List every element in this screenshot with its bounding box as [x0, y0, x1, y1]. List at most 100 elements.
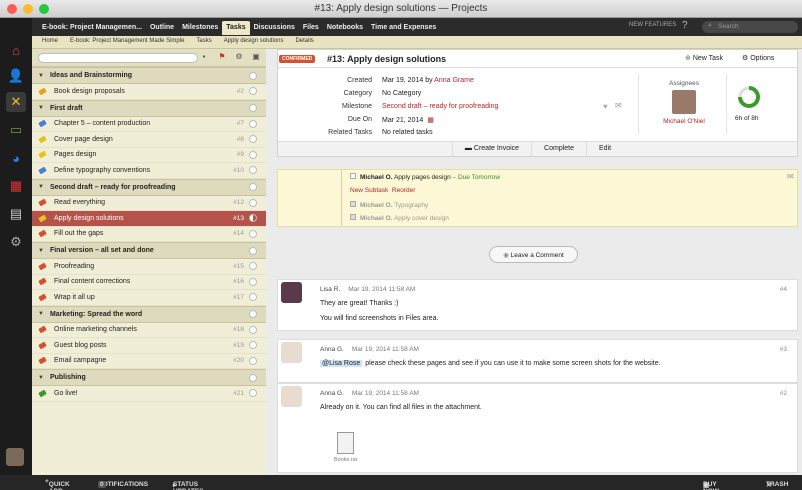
group-complete-circle[interactable] — [249, 104, 257, 112]
task-row[interactable]: Cover page design #8 — [32, 132, 266, 148]
task-action-button[interactable]: Edit — [586, 142, 623, 156]
completed-subtask-row[interactable]: Michael O. Apply cover design — [350, 214, 449, 222]
nav-tab[interactable]: Tasks — [222, 21, 250, 35]
task-complete-circle[interactable] — [249, 198, 257, 207]
screen-icon[interactable]: ▭ — [6, 120, 26, 140]
task-complete-circle[interactable] — [249, 229, 257, 238]
task-complete-circle[interactable] — [249, 389, 257, 398]
task-complete-circle[interactable] — [249, 277, 257, 286]
subtask-row[interactable]: Michael O. Apply pages design – Due Tomo… — [350, 173, 500, 181]
heart-icon[interactable]: ♥ — [603, 102, 608, 111]
mail-icon[interactable]: ✉ — [787, 172, 794, 181]
task-row[interactable]: Apply design solutions #13 — [32, 211, 266, 227]
mail-icon[interactable]: ✉ — [615, 101, 622, 110]
task-row[interactable]: Proofreading #15 — [32, 259, 266, 275]
new-features-link[interactable]: NEW FEATURES — [629, 22, 676, 28]
task-group-header[interactable]: ▼ Final version – all set and done — [32, 242, 266, 259]
task-row[interactable]: Book design proposals #2 — [32, 84, 266, 100]
task-complete-circle[interactable] — [249, 356, 257, 365]
task-row[interactable]: Read everything #12 — [32, 196, 266, 211]
task-complete-circle[interactable] — [249, 119, 257, 128]
task-group-header[interactable]: ▼ First draft — [32, 99, 266, 117]
task-row[interactable]: Online marketing channels #18 — [32, 323, 266, 338]
nav-tab[interactable]: E-book: Project Managemen... — [38, 21, 146, 35]
options-icon[interactable]: ▪ — [197, 52, 211, 64]
task-row[interactable]: Final content corrections #16 — [32, 275, 266, 290]
task-group-header[interactable]: ▼ Marketing: Spread the word — [32, 305, 266, 323]
people-icon[interactable]: 👤 — [6, 66, 26, 86]
group-complete-circle[interactable] — [249, 183, 257, 191]
print-icon[interactable]: ▣ — [249, 52, 263, 64]
collapse-triangle-icon[interactable]: ▼ — [38, 184, 44, 190]
task-group-header[interactable]: ▼ Publishing — [32, 369, 266, 386]
search-input[interactable]: ⌕ Search — [702, 21, 798, 33]
task-row[interactable]: Fill out the gaps #14 — [32, 227, 266, 242]
home-icon[interactable]: ⌂ — [6, 40, 26, 60]
new-subtask-link[interactable]: New Subtask — [350, 187, 388, 194]
checked-checkbox-icon[interactable] — [350, 201, 356, 207]
options-button[interactable]: ⚙ Options — [742, 54, 774, 62]
collapse-triangle-icon[interactable]: ▼ — [38, 375, 44, 381]
user-avatar[interactable] — [6, 448, 24, 466]
calendar-icon[interactable]: ▦ — [427, 117, 434, 124]
task-complete-circle[interactable] — [249, 87, 257, 96]
nav-tab[interactable]: Notebooks — [323, 21, 367, 35]
task-row[interactable]: Go live! #21 — [32, 386, 266, 402]
flag-icon[interactable]: ⚑ — [215, 52, 229, 64]
task-action-button[interactable]: Complete — [531, 142, 586, 156]
comment-author[interactable]: Anna G. — [320, 346, 344, 353]
nav-tab[interactable]: Outline — [146, 21, 178, 35]
calendar-icon[interactable]: ▦ — [6, 176, 26, 196]
settings-gear-icon[interactable]: ⚙ — [6, 232, 26, 252]
task-complete-circle[interactable] — [249, 214, 257, 223]
assignee-name[interactable]: Michael O'Niel — [649, 118, 719, 125]
breadcrumb-item[interactable]: Details — [295, 38, 313, 48]
task-complete-circle[interactable] — [249, 325, 257, 334]
task-complete-circle[interactable] — [249, 262, 257, 271]
task-row[interactable]: Define typography conventions #10 — [32, 163, 266, 179]
group-complete-circle[interactable] — [249, 373, 257, 382]
breadcrumb-item[interactable]: E-book: Project Management Made Simple — [70, 38, 184, 48]
attachment[interactable]: Books.rar — [334, 432, 358, 463]
task-row[interactable]: Wrap it all up #17 — [32, 290, 266, 306]
new-task-button[interactable]: ⊕ New Task — [685, 54, 723, 62]
task-row[interactable]: Pages design #9 — [32, 148, 266, 163]
breadcrumb-item[interactable]: Home — [42, 38, 58, 48]
task-row[interactable]: Email campagne #20 — [32, 354, 266, 369]
task-complete-circle[interactable] — [249, 341, 257, 350]
quick-add-button[interactable]: + QUICK ADD — [45, 478, 70, 490]
group-complete-circle[interactable] — [249, 310, 257, 318]
nav-tab[interactable]: Milestones — [178, 21, 222, 35]
detail-value-link[interactable]: Anna Grame — [434, 77, 474, 84]
collapse-triangle-icon[interactable]: ▼ — [38, 73, 44, 79]
nav-tab[interactable]: Time and Expenses — [367, 21, 440, 35]
task-complete-circle[interactable] — [249, 293, 257, 302]
breadcrumb-item[interactable]: Apply design solutions — [224, 38, 284, 48]
collapse-triangle-icon[interactable]: ▼ — [38, 311, 44, 317]
checkbox[interactable] — [350, 173, 356, 179]
reports-pie-icon[interactable]: ◕ — [6, 148, 26, 168]
projects-icon[interactable]: ✕ — [6, 92, 26, 112]
collapse-triangle-icon[interactable]: ▼ — [38, 248, 44, 254]
comment-author[interactable]: Lisa R. — [320, 286, 340, 293]
filter-gear-icon[interactable]: ⚙ — [232, 52, 246, 64]
checked-checkbox-icon[interactable] — [350, 214, 356, 220]
nav-tab[interactable]: Files — [299, 21, 323, 35]
collapse-triangle-icon[interactable]: ▼ — [38, 105, 44, 111]
breadcrumb-item[interactable]: Tasks — [196, 38, 211, 48]
documents-icon[interactable]: ▤ — [6, 204, 26, 224]
task-row[interactable]: Guest blog posts #19 — [32, 338, 266, 354]
reorder-link[interactable]: Reorder — [392, 187, 415, 194]
group-complete-circle[interactable] — [249, 246, 257, 255]
task-complete-circle[interactable] — [249, 135, 257, 144]
help-icon[interactable]: ? — [682, 20, 688, 31]
task-filter-input[interactable] — [38, 53, 198, 63]
task-complete-circle[interactable] — [249, 166, 257, 175]
mention-tag[interactable]: @Lisa Rose — [320, 360, 363, 367]
leave-comment-button[interactable]: ◉ Leave a Comment — [489, 246, 578, 263]
completed-subtask-row[interactable]: Michael O. Typography — [350, 201, 428, 209]
task-row[interactable]: Chapter 5 – content production #7 — [32, 117, 266, 132]
detail-value-link[interactable]: Second draft – ready for proofreading — [382, 103, 498, 110]
task-action-button[interactable]: ▬ Create Invoice — [451, 142, 531, 156]
task-group-header[interactable]: ▼ Ideas and Brainstorming — [32, 67, 266, 84]
